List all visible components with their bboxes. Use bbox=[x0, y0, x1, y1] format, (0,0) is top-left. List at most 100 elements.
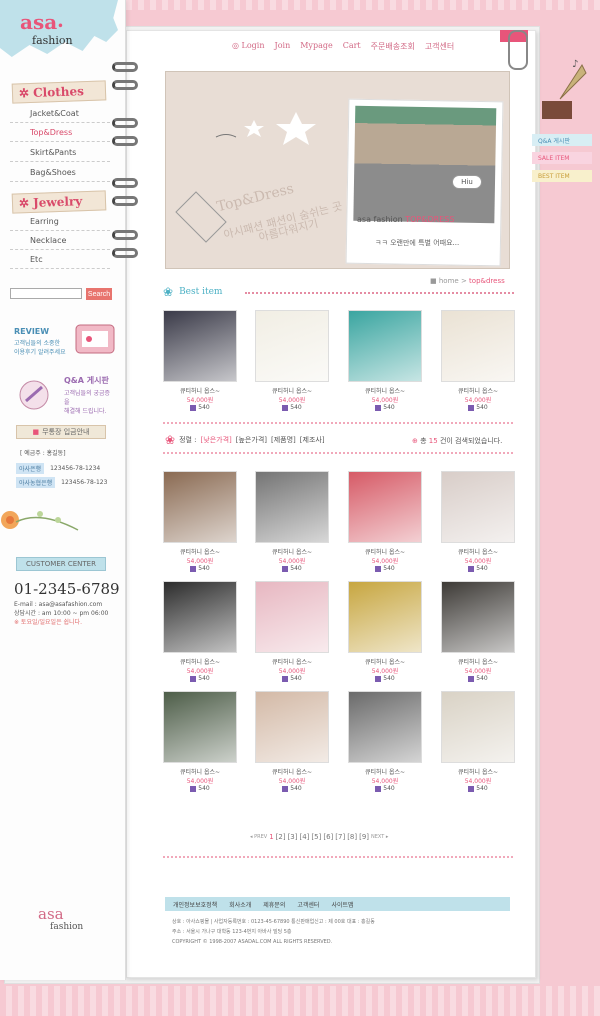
product-name[interactable]: 큐티허니 옵스~ bbox=[441, 386, 515, 395]
page-9[interactable]: [9] bbox=[359, 833, 369, 841]
product-card[interactable]: 큐티허니 옵스~ 54,000원 540 bbox=[348, 471, 422, 572]
product-name[interactable]: 큐티허니 옵스~ bbox=[348, 657, 422, 666]
sort-high-price[interactable]: [높은가격] bbox=[236, 435, 267, 445]
pagination-prev[interactable]: ◂ PREV bbox=[250, 834, 267, 840]
footer-about[interactable]: 회사소개 bbox=[229, 900, 251, 909]
product-name[interactable]: 큐티허니 옵스~ bbox=[163, 547, 237, 556]
product-image[interactable] bbox=[255, 471, 329, 543]
product-card[interactable]: 큐티허니 옵스~ 54,000원 540 bbox=[163, 310, 237, 411]
tab-sale-item[interactable]: SALE ITEM bbox=[532, 152, 592, 164]
sort-name[interactable]: [제품명] bbox=[271, 435, 296, 445]
product-name[interactable]: 큐티허니 옵스~ bbox=[255, 547, 329, 556]
product-name[interactable]: 큐티허니 옵스~ bbox=[255, 657, 329, 666]
product-name[interactable]: 큐티허니 옵스~ bbox=[255, 767, 329, 776]
footer-customer[interactable]: 고객센터 bbox=[297, 900, 319, 909]
footer-logo[interactable]: asa bbox=[38, 905, 64, 923]
product-card[interactable]: 큐티허니 옵스~ 54,000원 540 bbox=[348, 691, 422, 792]
page-7[interactable]: [7] bbox=[335, 833, 345, 841]
product-image[interactable] bbox=[441, 471, 515, 543]
menu-bag-shoes[interactable]: Bag&Shoes bbox=[10, 164, 110, 182]
page-6[interactable]: [6] bbox=[323, 833, 333, 841]
page-5[interactable]: [5] bbox=[311, 833, 321, 841]
product-image[interactable] bbox=[163, 691, 237, 763]
review-link[interactable]: REVIEW 고객님들의 소중한 이용후기 알려주세요 bbox=[14, 324, 115, 367]
category-clothes[interactable]: ✲ Clothes bbox=[11, 80, 107, 104]
product-name[interactable]: 큐티허니 옵스~ bbox=[255, 386, 329, 395]
speech-bubble: Hiu bbox=[452, 175, 482, 189]
bank-info-title: ■ 무통장 입금안내 bbox=[16, 425, 106, 439]
product-card[interactable]: 큐티허니 옵스~ 54,000원 540 bbox=[163, 471, 237, 572]
footer-partnership[interactable]: 제휴문의 bbox=[263, 900, 285, 909]
product-name[interactable]: 큐티허니 옵스~ bbox=[163, 657, 237, 666]
nav-mypage[interactable]: Mypage bbox=[300, 41, 332, 52]
product-name[interactable]: 큐티허니 옵스~ bbox=[163, 386, 237, 395]
footer-privacy[interactable]: 개인정보보호정책 bbox=[173, 900, 217, 909]
sort-maker[interactable]: [제조사] bbox=[300, 435, 325, 445]
product-card[interactable]: 큐티허니 옵스~ 54,000원 540 bbox=[348, 581, 422, 682]
logo-subtitle: fashion bbox=[32, 34, 73, 47]
product-card[interactable]: 큐티허니 옵스~ 54,000원 540 bbox=[348, 310, 422, 411]
ribbon-icon: ❀ bbox=[165, 433, 176, 447]
product-card[interactable]: 큐티허니 옵스~ 54,000원 540 bbox=[255, 691, 329, 792]
product-card[interactable]: 큐티허니 옵스~ 54,000원 540 bbox=[255, 581, 329, 682]
product-image[interactable] bbox=[348, 310, 422, 382]
sort-low-price[interactable]: [낮은가격] bbox=[201, 435, 232, 445]
page-8[interactable]: [8] bbox=[347, 833, 357, 841]
product-image[interactable] bbox=[441, 581, 515, 653]
menu-earring[interactable]: Earring bbox=[10, 213, 110, 231]
product-image[interactable] bbox=[255, 310, 329, 382]
product-image[interactable] bbox=[163, 471, 237, 543]
product-card[interactable]: 큐티허니 옵스~ 54,000원 540 bbox=[163, 691, 237, 792]
product-image[interactable] bbox=[348, 581, 422, 653]
product-name[interactable]: 큐티허니 옵스~ bbox=[441, 767, 515, 776]
menu-top-dress[interactable]: Top&Dress bbox=[10, 124, 110, 142]
page-4[interactable]: [4] bbox=[300, 833, 310, 841]
search-input[interactable] bbox=[10, 288, 82, 299]
product-name[interactable]: 큐티허니 옵스~ bbox=[441, 657, 515, 666]
nav-cart[interactable]: Cart bbox=[343, 41, 361, 52]
page-3[interactable]: [3] bbox=[288, 833, 298, 841]
product-name[interactable]: 큐티허니 옵스~ bbox=[348, 386, 422, 395]
nav-order-tracking[interactable]: 주문배송조회 bbox=[371, 41, 415, 52]
product-card[interactable]: 큐티허니 옵스~ 54,000원 540 bbox=[441, 471, 515, 572]
nav-login[interactable]: ◎ Login bbox=[232, 41, 265, 52]
menu-skirt-pants[interactable]: Skirt&Pants bbox=[10, 144, 110, 162]
product-card[interactable]: 큐티허니 옵스~ 54,000원 540 bbox=[441, 691, 515, 792]
product-image[interactable] bbox=[441, 691, 515, 763]
product-image[interactable] bbox=[348, 691, 422, 763]
logo[interactable]: asa• bbox=[20, 10, 64, 34]
footer-sitemap[interactable]: 사이트맵 bbox=[331, 900, 353, 909]
page-2[interactable]: [2] bbox=[276, 833, 286, 841]
menu-etc[interactable]: Etc bbox=[10, 251, 110, 269]
footer-logo-subtitle: fashion bbox=[50, 922, 84, 932]
nav-customer-center[interactable]: 고객센터 bbox=[425, 41, 454, 52]
menu-jacket-coat[interactable]: Jacket&Coat bbox=[10, 105, 110, 123]
product-card[interactable]: 큐티허니 옵스~ 54,000원 540 bbox=[255, 471, 329, 572]
pagination-next[interactable]: NEXT ▸ bbox=[371, 834, 388, 840]
product-name[interactable]: 큐티허니 옵스~ bbox=[348, 767, 422, 776]
category-jewelry[interactable]: ✲ Jewelry bbox=[11, 190, 107, 214]
home-icon: ■ bbox=[430, 277, 437, 285]
product-name[interactable]: 큐티허니 옵스~ bbox=[348, 547, 422, 556]
page-1[interactable]: 1 bbox=[269, 833, 273, 841]
product-name[interactable]: 큐티허니 옵스~ bbox=[441, 547, 515, 556]
product-card[interactable]: 큐티허니 옵스~ 54,000원 540 bbox=[255, 310, 329, 411]
product-card[interactable]: 큐티허니 옵스~ 54,000원 540 bbox=[163, 581, 237, 682]
product-image[interactable] bbox=[163, 581, 237, 653]
points-icon bbox=[282, 404, 289, 411]
nav-join[interactable]: Join bbox=[275, 41, 291, 52]
product-image[interactable] bbox=[163, 310, 237, 382]
product-card[interactable]: 큐티허니 옵스~ 54,000원 540 bbox=[441, 310, 515, 411]
product-image[interactable] bbox=[348, 471, 422, 543]
search-button[interactable]: Search bbox=[86, 288, 112, 300]
product-image[interactable] bbox=[255, 581, 329, 653]
tab-qa[interactable]: Q&A 게시판 bbox=[532, 134, 592, 146]
product-image[interactable] bbox=[255, 691, 329, 763]
product-name[interactable]: 큐티허니 옵스~ bbox=[163, 767, 237, 776]
tab-best-item[interactable]: BEST ITEM bbox=[532, 170, 592, 182]
qa-link[interactable]: Q&A 게시판 고객님들의 궁금증을 해결해 드립니다. bbox=[14, 375, 114, 415]
menu-necklace[interactable]: Necklace bbox=[10, 232, 110, 250]
product-image[interactable] bbox=[441, 310, 515, 382]
product-card[interactable]: 큐티허니 옵스~ 54,000원 540 bbox=[441, 581, 515, 682]
points-icon bbox=[282, 565, 289, 572]
